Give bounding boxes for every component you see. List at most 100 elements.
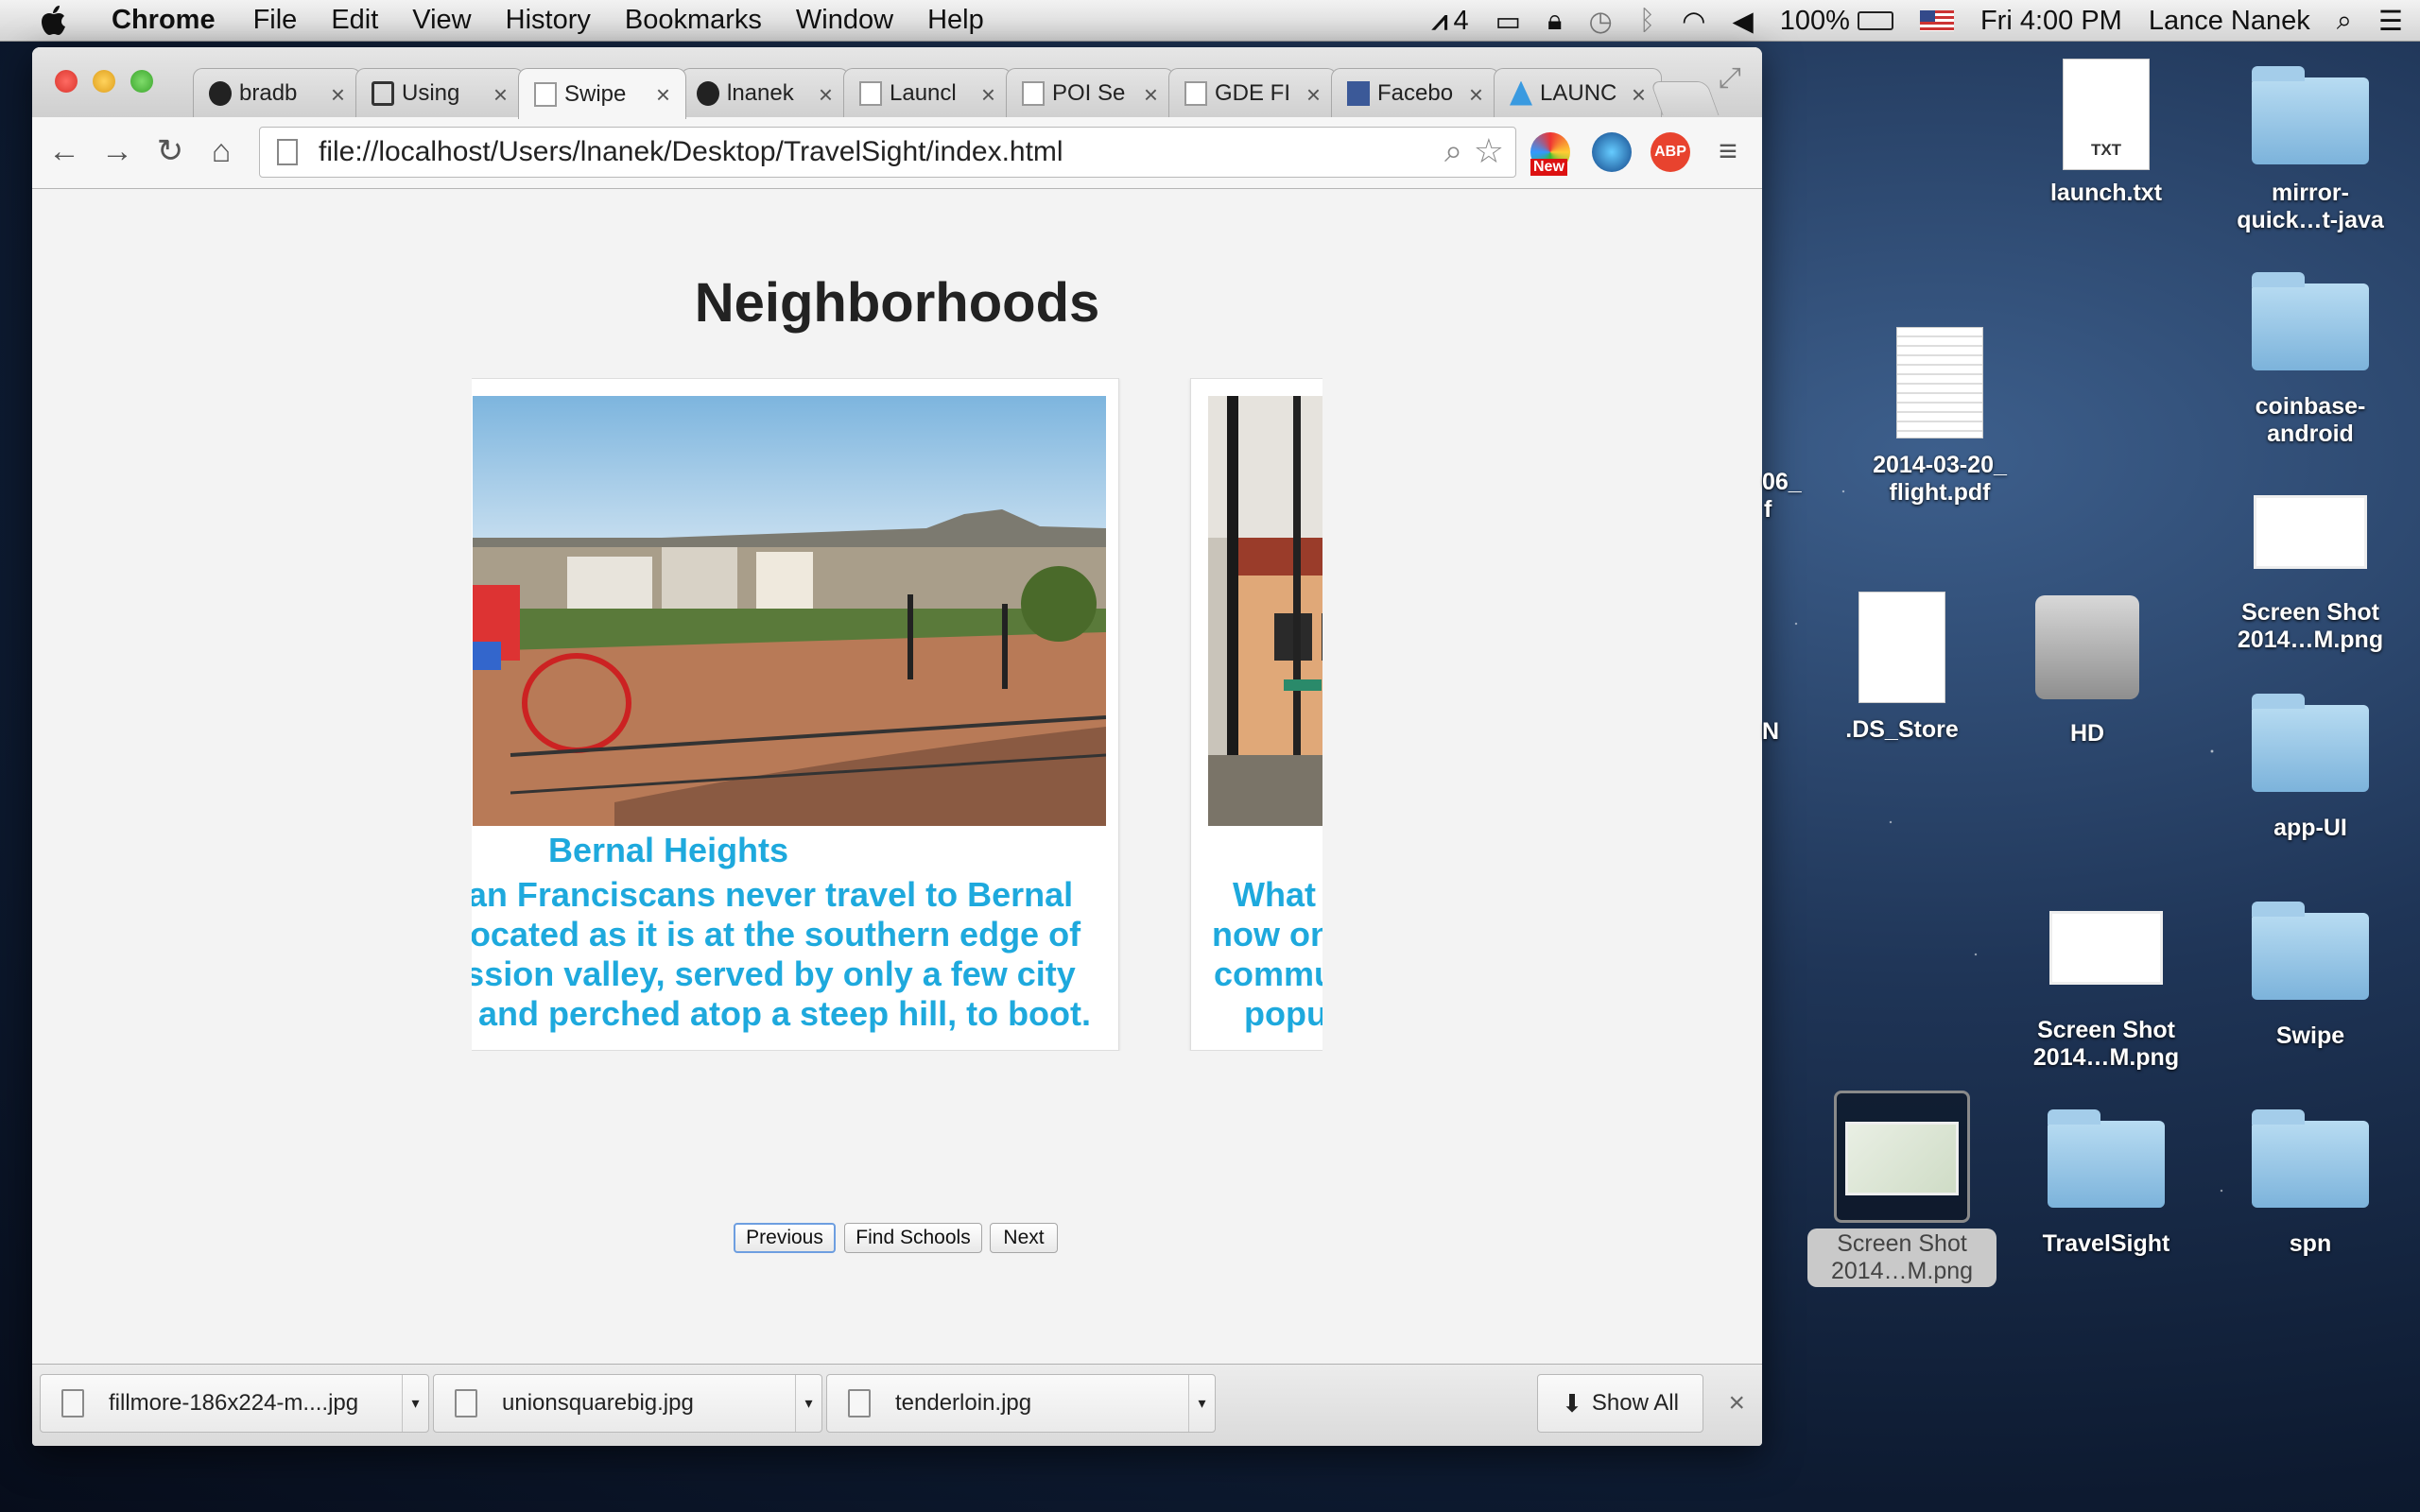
neighborhood-card[interactable]: What w now one commun popular <box>1190 378 1322 1051</box>
close-tab-icon[interactable]: × <box>1632 80 1646 110</box>
lock-icon[interactable]: 🔒︎ <box>1547 6 1562 37</box>
download-item[interactable]: tenderloin.jpg ▾ <box>826 1374 1216 1433</box>
find-schools-button[interactable]: Find Schools <box>844 1223 982 1253</box>
page-icon <box>372 80 394 106</box>
image-file-icon <box>848 1389 871 1418</box>
reload-button[interactable]: ↻ <box>149 130 191 172</box>
download-menu-caret-icon[interactable]: ▾ <box>1188 1375 1215 1432</box>
tab-lnanek[interactable]: lnanek × <box>681 68 849 117</box>
tab-bradb[interactable]: bradb × <box>193 68 361 117</box>
previous-button[interactable]: Previous <box>734 1223 836 1253</box>
time-machine-icon[interactable]: ◷ <box>1588 5 1612 38</box>
notification-count[interactable]: 4 <box>1453 6 1468 37</box>
menu-bookmarks[interactable]: Bookmarks <box>625 5 762 36</box>
download-item[interactable]: fillmore-186x224-m....jpg ▾ <box>40 1374 429 1433</box>
tab-launch-2[interactable]: LAUNC × <box>1494 68 1662 117</box>
apple-menu-icon[interactable] <box>36 2 74 40</box>
bookmark-star-icon[interactable]: ☆ <box>1474 131 1504 171</box>
forward-button[interactable]: → <box>96 130 138 172</box>
neighborhood-photo <box>473 396 1106 826</box>
launch-icon <box>1510 80 1532 106</box>
volume-icon[interactable]: ◀︎ <box>1732 5 1753 38</box>
page-icon <box>859 80 882 106</box>
desktop-icon-coinbase-android[interactable]: coinbase- android <box>2216 272 2405 448</box>
menubar-clock[interactable]: Fri 4:00 PM <box>1980 6 2122 37</box>
close-window-button[interactable] <box>55 70 78 93</box>
battery-percent[interactable]: 100% <box>1780 6 1850 37</box>
github-icon <box>697 80 719 106</box>
card-description: an Franciscans never travel to Bernal lo… <box>472 875 1092 1033</box>
tab-poi[interactable]: POI Se × <box>1006 68 1174 117</box>
menu-help[interactable]: Help <box>927 5 984 36</box>
close-tab-icon[interactable]: × <box>1469 80 1483 110</box>
flag-icon[interactable] <box>1919 10 1954 31</box>
close-downloads-icon[interactable]: × <box>1728 1387 1745 1419</box>
close-tab-icon[interactable]: × <box>493 80 508 110</box>
desktop-icon-flight-pdf[interactable]: 2014-03-20_ flight.pdf <box>1845 327 2034 507</box>
fullscreen-icon[interactable]: ⤢ <box>1719 62 1741 94</box>
menubar-user[interactable]: Lance Nanek <box>2149 6 2310 37</box>
tab-swipe[interactable]: Swipe × <box>518 68 686 119</box>
address-bar[interactable]: file://localhost/Users/lnanek/Desktop/Tr… <box>259 127 1516 178</box>
tab-launch[interactable]: Launcl × <box>843 68 1011 117</box>
desktop-icon-travelsight[interactable]: TravelSight <box>2012 1109 2201 1258</box>
bluetooth-icon[interactable]: ᛒ <box>1639 6 1655 37</box>
globe-extension-icon[interactable] <box>1592 132 1632 172</box>
tab-using[interactable]: Using × <box>355 68 524 117</box>
spotlight-search-icon[interactable]: ⌕ <box>2337 6 2352 37</box>
tab-facebook[interactable]: Facebo × <box>1331 68 1499 117</box>
back-button[interactable]: ← <box>43 130 85 172</box>
desktop-icon-mirror-quick-java[interactable]: mirror- quick…t-java <box>2216 66 2405 234</box>
chrome-menu-icon[interactable]: ≡ <box>1707 130 1749 172</box>
next-button[interactable]: Next <box>990 1223 1058 1253</box>
download-item[interactable]: unionsquarebig.jpg ▾ <box>433 1374 822 1433</box>
close-tab-icon[interactable]: × <box>1306 80 1321 110</box>
desktop-icon-screenshot[interactable]: Screen Shot 2014…M.png <box>2216 495 2405 654</box>
browser-toolbar: ← → ↻ ⌂ file://localhost/Users/lnanek/De… <box>32 117 1762 189</box>
battery-icon[interactable] <box>1857 11 1893 30</box>
neighborhood-carousel[interactable]: Bernal Heights an Franciscans never trav… <box>472 378 1322 1051</box>
wifi-icon[interactable]: ◠ <box>1682 5 1705 38</box>
downloads-shelf: fillmore-186x224-m....jpg ▾ unionsquareb… <box>32 1364 1762 1446</box>
tab-gde[interactable]: GDE FI × <box>1168 68 1337 117</box>
close-tab-icon[interactable]: × <box>331 80 345 110</box>
menu-history[interactable]: History <box>506 5 591 36</box>
notification-center-icon[interactable]: ☰ <box>2378 5 2403 38</box>
menu-file[interactable]: File <box>253 5 298 36</box>
desktop-icon-launch-txt[interactable]: TXT launch.txt <box>2012 59 2201 207</box>
pdf-file-icon <box>1896 327 1983 438</box>
menu-app-chrome[interactable]: Chrome <box>112 5 216 36</box>
page-icon <box>534 81 557 107</box>
neighborhood-card[interactable]: Bernal Heights an Franciscans never trav… <box>472 378 1119 1051</box>
desktop-icon-hd[interactable]: HD <box>1993 595 2182 747</box>
menu-edit[interactable]: Edit <box>331 5 378 36</box>
adblock-plus-icon[interactable]: ABP <box>1651 132 1690 172</box>
menu-view[interactable]: View <box>412 5 471 36</box>
desktop-partial-label: f <box>1764 496 1772 523</box>
desktop-icon-screenshot[interactable]: Screen Shot 2014…M.png <box>2012 911 2201 1072</box>
document-icon <box>1858 592 1945 703</box>
search-icon[interactable]: ⌕ <box>1444 133 1462 170</box>
desktop-icon-spn[interactable]: spn <box>2216 1109 2405 1258</box>
close-tab-icon[interactable]: × <box>819 80 833 110</box>
home-button[interactable]: ⌂ <box>200 130 242 172</box>
desktop-icon-ds-store[interactable]: .DS_Store <box>1807 592 1996 744</box>
download-menu-caret-icon[interactable]: ▾ <box>402 1375 428 1432</box>
desktop-icon-screenshot-selected[interactable]: Screen Shot 2014…M.png <box>1807 1091 1996 1287</box>
adobe-icon[interactable]: ⩘ <box>1432 6 1447 37</box>
menu-window[interactable]: Window <box>796 5 893 36</box>
close-tab-icon[interactable]: × <box>656 80 670 110</box>
close-tab-icon[interactable]: × <box>981 80 995 110</box>
download-menu-caret-icon[interactable]: ▾ <box>795 1375 821 1432</box>
tab-strip: bradb × Using × Swipe × lnanek × Launcl × POI… <box>32 47 1762 119</box>
desktop-icon-swipe[interactable]: Swipe <box>2216 902 2405 1050</box>
minimize-window-button[interactable] <box>93 70 115 93</box>
airplay-icon[interactable]: ▭ <box>1495 5 1521 38</box>
zoom-window-button[interactable] <box>130 70 153 93</box>
new-tab-button[interactable] <box>1650 81 1720 115</box>
desktop-icon-app-ui[interactable]: app-UI <box>2216 694 2405 842</box>
close-tab-icon[interactable]: × <box>1144 80 1158 110</box>
show-all-downloads-button[interactable]: ⬇ Show All <box>1537 1374 1703 1433</box>
image-file-icon <box>61 1389 84 1418</box>
extension-icon[interactable]: New <box>1530 132 1570 176</box>
